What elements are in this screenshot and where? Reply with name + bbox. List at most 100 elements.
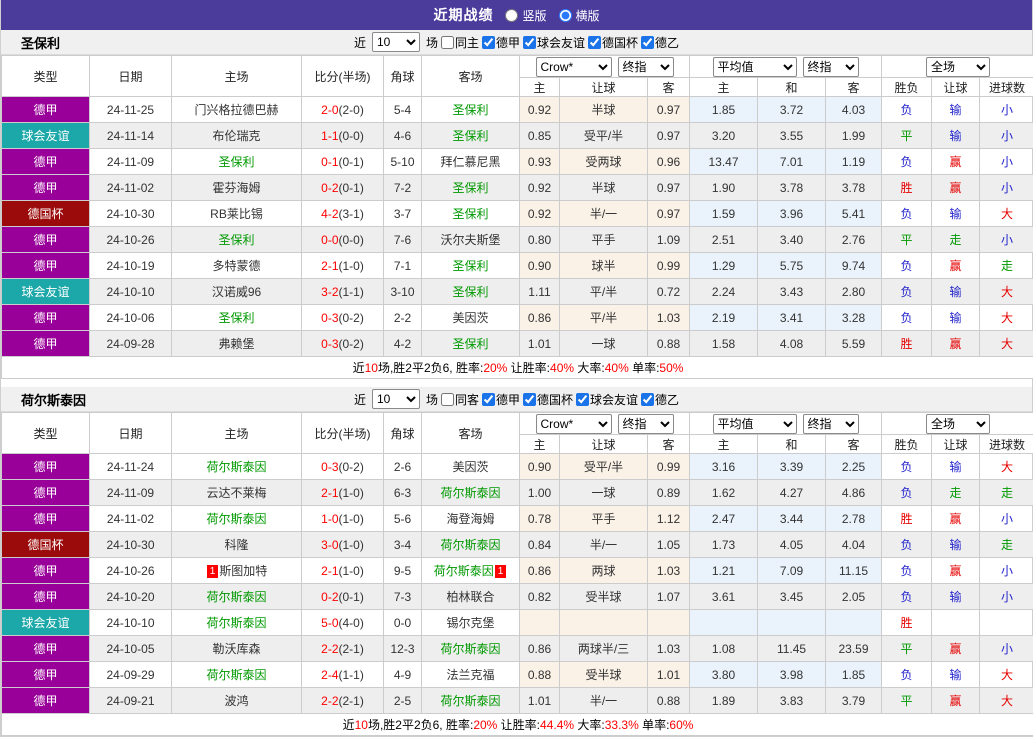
scope-select[interactable]: 全场 [926, 414, 990, 434]
away-team-name: 荷尔斯泰因 [440, 642, 500, 656]
team-section-header: 荷尔斯泰因 近 10 场 同客 德甲 德国杯 球会友谊 [1, 387, 1032, 412]
col-date: 日期 [90, 56, 172, 97]
summary-text: 近 [353, 361, 365, 375]
corners: 5-10 [384, 149, 422, 175]
half-time-score: (1-0) [339, 486, 364, 500]
odds-source-select[interactable]: Crow* [536, 57, 612, 77]
col-score: 比分(半场) [302, 56, 384, 97]
home-team-name: 门兴格拉德巴赫 [194, 103, 278, 117]
near-label: 近 [354, 391, 366, 408]
avg-home: 1.89 [690, 688, 758, 714]
away-team: 圣保利 [422, 123, 520, 149]
avg-source-select[interactable]: 平均值 [713, 414, 797, 434]
match-date: 24-10-20 [90, 584, 172, 610]
col-away: 客场 [422, 413, 520, 454]
avg-draw: 3.55 [758, 123, 826, 149]
summary-text: 场,胜2平2负6, 胜率: [378, 361, 483, 375]
league-checkbox[interactable]: 球会友谊 [523, 34, 585, 51]
result-handicap: 赢 [932, 331, 980, 357]
handicap [560, 610, 648, 636]
league-checkbox[interactable]: 球会友谊 [576, 391, 638, 408]
league-checkbox[interactable]: 德甲 [482, 34, 520, 51]
avg-draw: 3.78 [758, 175, 826, 201]
match-date: 24-11-14 [90, 123, 172, 149]
odds-away: 0.97 [648, 123, 690, 149]
avg-draw: 3.45 [758, 584, 826, 610]
score: 0-3(0-2) [302, 454, 384, 480]
league-type-badge: 德甲 [2, 305, 90, 331]
match-row: 德甲24-11-09云达不莱梅2-1(1-0)6-3荷尔斯泰因1.00一球0.8… [2, 480, 1033, 506]
away-team: 美因茨 [422, 305, 520, 331]
summary-text: 场,胜2平2负6, 胜率: [368, 718, 473, 732]
odds-time-select[interactable]: 终指 [618, 414, 674, 434]
half-time-score: (0-2) [339, 311, 364, 325]
avg-away: 23.59 [826, 636, 882, 662]
avg-away: 2.76 [826, 227, 882, 253]
horizontal-radio[interactable] [559, 9, 572, 22]
avg-group-header: 平均值 终指 [690, 413, 882, 435]
avg-draw: 4.08 [758, 331, 826, 357]
result-handicap: 输 [932, 532, 980, 558]
full-time-score: 2-1 [321, 259, 338, 273]
col-result: 胜负 [882, 435, 932, 454]
result-winloss: 负 [882, 558, 932, 584]
league-type-badge: 球会友谊 [2, 123, 90, 149]
league-type-badge: 德甲 [2, 558, 90, 584]
same-venue-checkbox[interactable]: 同主 [441, 34, 479, 51]
scope-select[interactable]: 全场 [926, 57, 990, 77]
score: 2-2(2-1) [302, 636, 384, 662]
avg-source-select[interactable]: 平均值 [713, 57, 797, 77]
vertical-radio[interactable] [505, 9, 518, 22]
odds-source-select[interactable]: Crow* [536, 414, 612, 434]
match-row: 德甲24-09-21波鸿2-2(2-1)2-5荷尔斯泰因1.01半/一0.881… [2, 688, 1033, 714]
same-venue-checkbox[interactable]: 同客 [441, 391, 479, 408]
match-count-select[interactable]: 10 [372, 389, 420, 409]
result-winloss: 负 [882, 279, 932, 305]
league-checkbox[interactable]: 德乙 [641, 391, 679, 408]
corners: 3-10 [384, 279, 422, 305]
match-date: 24-11-25 [90, 97, 172, 123]
league-checkbox[interactable]: 德乙 [641, 34, 679, 51]
avg-time-select[interactable]: 终指 [803, 414, 859, 434]
odds-group-header: Crow* 终指 [520, 413, 690, 435]
league-checkbox[interactable]: 德甲 [482, 391, 520, 408]
home-team: 门兴格拉德巴赫 [172, 97, 302, 123]
half-time-score: (0-1) [339, 181, 364, 195]
home-team-name: 波鸿 [224, 694, 248, 708]
odds-away: 1.01 [648, 662, 690, 688]
league-type-badge: 德甲 [2, 175, 90, 201]
away-team: 圣保利 [422, 201, 520, 227]
avg-time-select[interactable]: 终指 [803, 57, 859, 77]
summary-text: 44.4% [540, 718, 574, 732]
avg-home: 1.08 [690, 636, 758, 662]
match-count-select[interactable]: 10 [372, 32, 420, 52]
odds-time-select[interactable]: 终指 [618, 57, 674, 77]
result-winloss: 负 [882, 532, 932, 558]
avg-draw: 7.09 [758, 558, 826, 584]
red-card-badge: 1 [495, 565, 507, 578]
avg-home: 1.73 [690, 532, 758, 558]
layout-radio-vertical[interactable]: 竖版 [505, 7, 546, 24]
avg-draw: 3.39 [758, 454, 826, 480]
avg-draw: 11.45 [758, 636, 826, 662]
layout-radio-horizontal[interactable]: 横版 [559, 7, 600, 24]
match-date: 24-11-09 [90, 480, 172, 506]
result-goals: 小 [980, 123, 1033, 149]
league-type-badge: 德甲 [2, 331, 90, 357]
league-checkbox[interactable]: 德国杯 [523, 391, 573, 408]
league-type-badge: 球会友谊 [2, 610, 90, 636]
summary-text: 近 [343, 718, 355, 732]
score: 0-2(0-1) [302, 175, 384, 201]
result-handicap: 赢 [932, 149, 980, 175]
corners: 4-9 [384, 662, 422, 688]
league-checkbox[interactable]: 德国杯 [588, 34, 638, 51]
avg-home: 2.24 [690, 279, 758, 305]
summary-text: 40% [550, 361, 574, 375]
corners: 5-4 [384, 97, 422, 123]
col-home: 主场 [172, 413, 302, 454]
full-time-score: 0-3 [321, 460, 338, 474]
away-team: 美因茨 [422, 454, 520, 480]
corners: 0-0 [384, 610, 422, 636]
odds-home: 0.90 [520, 454, 560, 480]
avg-draw: 3.83 [758, 688, 826, 714]
